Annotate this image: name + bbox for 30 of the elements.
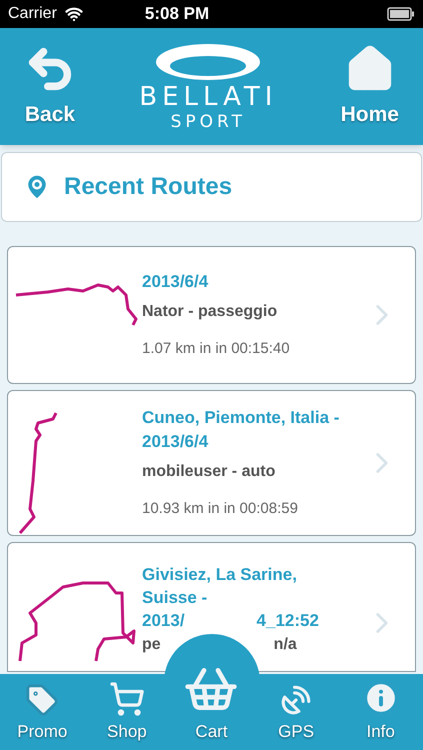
section-title: Recent Routes	[64, 172, 232, 202]
logo-brand: BELLATI	[139, 82, 278, 112]
route-title: Cuneo, Piemonte, Italia - 2013/6/4	[142, 406, 340, 453]
clock: 5:08 PM	[144, 3, 210, 26]
route-card[interactable]: 2013/6/4 Nator - passeggio 1.07 km in in 00:15:40	[7, 246, 416, 384]
route-stats: 1.07 km in in 00:15:40	[142, 338, 291, 359]
route-title-fragment: 4_12:52	[256, 610, 319, 632]
route-title: Givisiez, La Sarine, Suisse -	[142, 564, 298, 609]
tab-button[interactable]: GPS	[254, 674, 338, 750]
route-user-fragment: pe	[142, 635, 161, 655]
logo-subtitle: SPORT	[170, 112, 246, 132]
route-stats: 10.93 km in in 00:08:59	[142, 498, 299, 519]
tab-button[interactable]: Promo	[0, 674, 85, 750]
carrier-label: Carrier	[8, 4, 57, 24]
cart-icon	[108, 680, 145, 716]
tag-icon	[25, 682, 60, 716]
route-user-mode: Nator - passeggio	[142, 302, 278, 322]
route-mode-fragment: n/a	[274, 635, 297, 655]
back-button[interactable]: Back	[24, 42, 76, 130]
tab-button[interactable]: Info	[338, 674, 423, 750]
tab-button[interactable]: Shop	[84, 674, 170, 750]
battery-icon	[387, 7, 415, 21]
route-card[interactable]: Givisiez, La Sarine, Suisse - 2013/ 4_12:52 pe n/a	[7, 542, 416, 672]
route-card[interactable]: Cuneo, Piemonte, Italia - 2013/6/4 mobileuser - auto 10.93 km in in 00:08:59	[7, 390, 416, 536]
route-user-mode: mobileuser - auto	[142, 462, 276, 482]
home-button[interactable]: Home	[340, 42, 399, 130]
satellite-dish-icon	[279, 682, 314, 716]
route-title-fragment: 2013/	[142, 610, 185, 632]
wifi-icon	[64, 5, 83, 23]
route-title: 2013/6/4	[142, 270, 210, 293]
